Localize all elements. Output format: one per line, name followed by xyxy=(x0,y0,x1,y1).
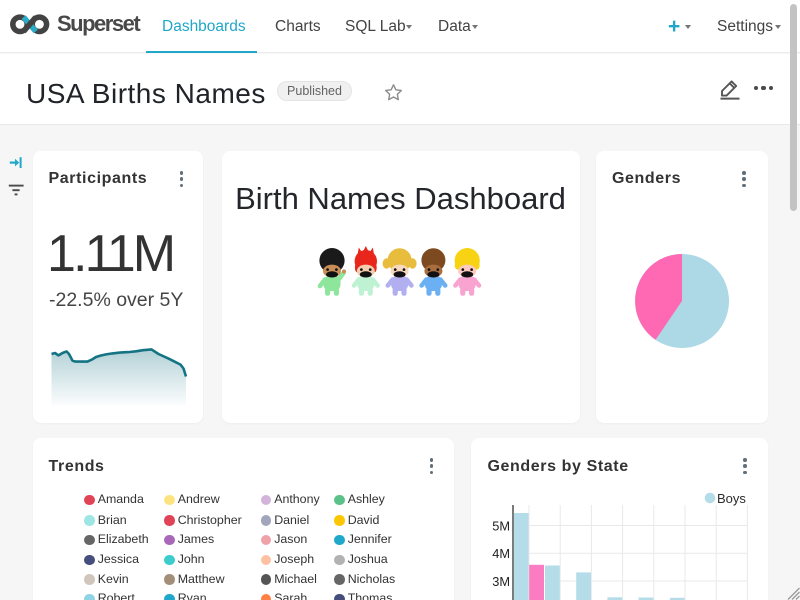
svg-text:3M: 3M xyxy=(492,574,510,589)
svg-text:Boys: Boys xyxy=(717,491,746,506)
svg-text:4M: 4M xyxy=(492,546,510,561)
svg-text:5M: 5M xyxy=(492,518,510,533)
